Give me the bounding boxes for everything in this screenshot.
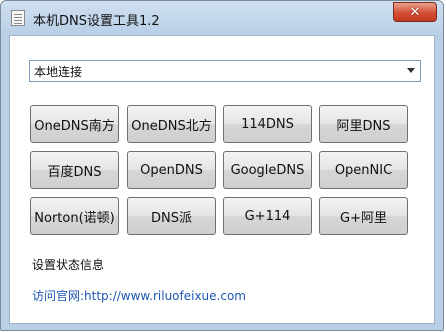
- opendns-button[interactable]: OpenDNS: [127, 151, 216, 189]
- dns-114-button[interactable]: 114DNS: [223, 105, 312, 143]
- baidu-dns-button[interactable]: 百度DNS: [30, 151, 119, 189]
- app-window: 本机DNS设置工具1.2 ✕ 本地连接 OneDNS南方 OneDNS北方 11…: [0, 0, 444, 331]
- g-plus-114-button[interactable]: G+114: [223, 197, 312, 235]
- close-button[interactable]: ✕: [393, 2, 437, 22]
- onedns-north-button[interactable]: OneDNS北方: [127, 105, 216, 143]
- ali-dns-button[interactable]: 阿里DNS: [319, 105, 408, 143]
- app-document-icon: [11, 10, 25, 26]
- network-adapter-select[interactable]: 本地连接: [29, 60, 421, 82]
- onedns-south-button[interactable]: OneDNS南方: [30, 105, 119, 143]
- dnspai-button[interactable]: DNS派: [127, 197, 216, 235]
- g-plus-ali-button[interactable]: G+阿里: [319, 197, 408, 235]
- close-icon: ✕: [409, 4, 421, 20]
- status-message: 设置状态信息: [32, 258, 105, 272]
- title-bar[interactable]: 本机DNS设置工具1.2 ✕: [1, 1, 443, 35]
- client-area: 本地连接 OneDNS南方 OneDNS北方 114DNS 阿里DNS 百度DN…: [9, 35, 435, 324]
- chevron-down-icon[interactable]: [407, 68, 415, 73]
- google-dns-button[interactable]: GoogleDNS: [223, 151, 312, 189]
- network-adapter-value: 本地连接: [34, 64, 83, 79]
- opennic-button[interactable]: OpenNIC: [319, 151, 408, 189]
- window-title: 本机DNS设置工具1.2: [33, 14, 160, 29]
- norton-dns-button[interactable]: Norton(诺顿): [30, 197, 119, 235]
- website-link[interactable]: 访问官网:http://www.riluofeixue.com: [32, 287, 246, 304]
